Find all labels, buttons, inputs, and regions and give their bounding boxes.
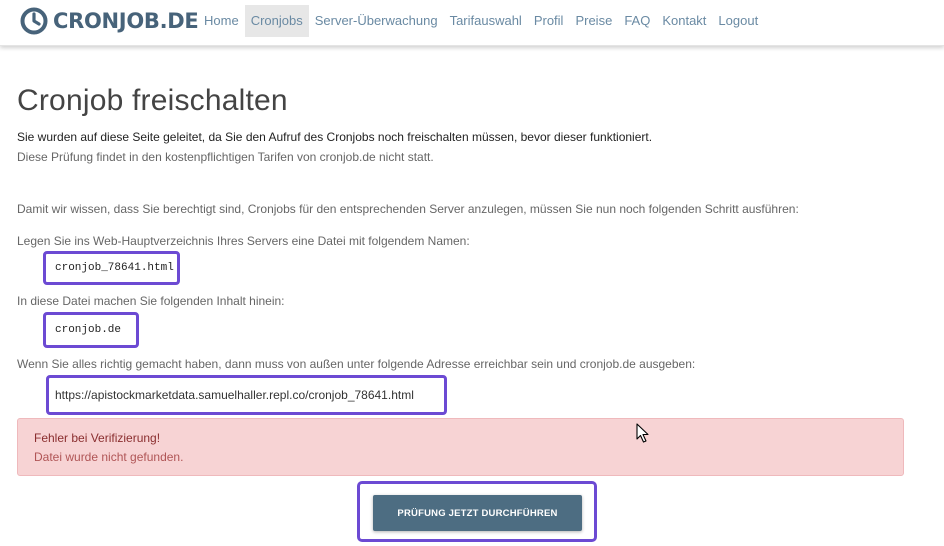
nav-tarifauswahl[interactable]: Tarifauswahl bbox=[444, 5, 528, 37]
brand-name: CRONJOB.DE bbox=[53, 9, 199, 33]
step-intro-text: Damit wir wissen, dass Sie berechtigt si… bbox=[17, 202, 799, 216]
nav-faq[interactable]: FAQ bbox=[618, 5, 656, 37]
nav-cronjobs[interactable]: Cronjobs bbox=[244, 5, 309, 37]
mouse-cursor-icon bbox=[636, 423, 649, 443]
alert-message: Datei wurde nicht gefunden. bbox=[34, 450, 184, 464]
file-instruction: Legen Sie ins Web-Hauptverzeichnis Ihres… bbox=[17, 234, 470, 248]
file-content-code: cronjob.de bbox=[43, 312, 139, 348]
nav-profil[interactable]: Profil bbox=[528, 5, 570, 37]
verify-url[interactable]: https://apistockmarketdata.samuelhaller.… bbox=[46, 375, 447, 415]
main-nav: Home Cronjobs Server-Überwachung Tarifau… bbox=[198, 5, 764, 37]
alert-title: Fehler bei Verifizierung! bbox=[34, 431, 161, 445]
nav-logout[interactable]: Logout bbox=[712, 5, 764, 37]
file-name-code: cronjob_78641.html bbox=[43, 251, 180, 285]
intro-note: Diese Prüfung findet in den kostenpflich… bbox=[17, 150, 434, 164]
top-navbar: CRONJOB.DE Home Cronjobs Server-Überwach… bbox=[0, 0, 944, 46]
clock-logo-icon bbox=[20, 7, 48, 35]
nav-home[interactable]: Home bbox=[198, 5, 245, 37]
nav-preise[interactable]: Preise bbox=[569, 5, 618, 37]
url-instruction: Wenn Sie alles richtig gemacht haben, da… bbox=[17, 357, 696, 371]
page-title: Cronjob freischalten bbox=[17, 84, 288, 117]
error-alert: Fehler bei Verifizierung! Datei wurde ni… bbox=[17, 418, 904, 476]
intro-text: Sie wurden auf diese Seite geleitet, da … bbox=[17, 130, 653, 144]
brand-logo[interactable]: CRONJOB.DE bbox=[20, 7, 199, 35]
verify-now-button[interactable]: PRÜFUNG JETZT DURCHFÜHREN bbox=[373, 495, 582, 531]
content-instruction: In diese Datei machen Sie folgenden Inha… bbox=[17, 294, 285, 308]
verify-button-highlight: PRÜFUNG JETZT DURCHFÜHREN bbox=[357, 481, 597, 542]
nav-server-ueberwachung[interactable]: Server-Überwachung bbox=[309, 5, 444, 37]
nav-kontakt[interactable]: Kontakt bbox=[656, 5, 712, 37]
